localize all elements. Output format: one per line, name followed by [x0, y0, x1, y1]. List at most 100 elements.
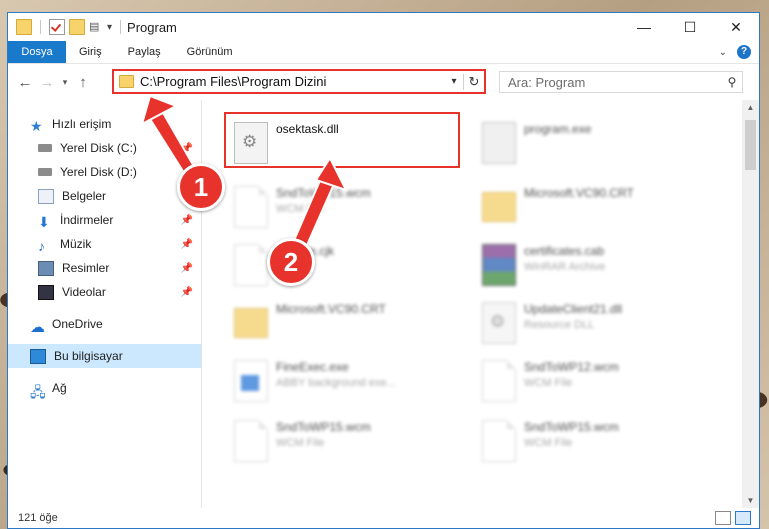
dll-file-icon: [482, 302, 516, 344]
expand-ribbon-icon[interactable]: ⌄: [719, 47, 727, 58]
up-arrow-icon[interactable]: ↑: [72, 74, 94, 91]
sidebar-item-music[interactable]: ♪ Müzik 📌: [8, 232, 201, 256]
file-icon: [234, 244, 268, 286]
sidebar-item-downloads[interactable]: ⬇ İndirmeler 📌: [8, 208, 201, 232]
scroll-down-icon[interactable]: ▼: [742, 496, 759, 505]
sidebar-item-network[interactable]: 🖧 Ağ: [8, 376, 201, 400]
file-type: WCM File: [524, 437, 573, 449]
scroll-thumb[interactable]: [745, 120, 756, 170]
file-type: Resource DLL: [524, 319, 595, 331]
sidebar-item-quick-access[interactable]: ★ Hızlı erişim: [8, 112, 201, 136]
customize-icon[interactable]: ▤: [89, 20, 103, 34]
file-item[interactable]: Microsoft.VC90.CRT: [224, 298, 454, 346]
sidebar-item-label: OneDrive: [52, 317, 103, 331]
search-box[interactable]: Ara: Program ⚲: [499, 71, 743, 93]
sidebar-item-label: Ağ: [52, 381, 67, 395]
close-button[interactable]: ✕: [713, 13, 759, 41]
file-type: WCM File: [276, 437, 325, 449]
file-type: WCM File: [524, 377, 573, 389]
sidebar-item-this-pc[interactable]: Bu bilgisayar: [8, 344, 201, 368]
help-icon[interactable]: ?: [737, 45, 751, 59]
chevron-down-icon[interactable]: ▾: [107, 22, 112, 33]
file-item[interactable]: SndToWP15.wcm WCM File: [472, 416, 702, 464]
disk-icon: [38, 144, 52, 152]
folder-icon: [16, 19, 32, 35]
computer-icon: [30, 348, 46, 364]
item-count: 121 öğe: [18, 512, 58, 524]
maximize-button[interactable]: ☐: [667, 13, 713, 41]
file-icon: [482, 360, 516, 402]
address-path[interactable]: C:\Program Files\Program Dizini: [140, 74, 445, 89]
navigation-bar: ← → ▾ ↑ C:\Program Files\Program Dizini …: [8, 63, 759, 100]
tab-file[interactable]: Dosya: [8, 41, 66, 63]
pin-icon[interactable]: 📌: [181, 287, 193, 298]
forward-arrow-icon[interactable]: →: [36, 74, 58, 91]
file-item[interactable]: certificates.cab WinRAR Archive: [472, 240, 702, 288]
vertical-scrollbar[interactable]: ▲ ▼: [742, 100, 759, 508]
file-item[interactable]: SndToWP15.wcm WCM File: [224, 416, 454, 464]
tab-view[interactable]: Görünüm: [174, 41, 246, 63]
pictures-icon: [38, 260, 54, 276]
sidebar-item-disk-d[interactable]: Yerel Disk (D:): [8, 160, 201, 184]
recent-locations-chevron-icon[interactable]: ▾: [58, 77, 72, 88]
file-highlight-box: [224, 112, 460, 168]
file-name: SndToWP12.wcm: [524, 360, 619, 374]
archive-icon: [482, 244, 516, 286]
details-view-icon[interactable]: [715, 511, 731, 525]
star-icon: ★: [30, 117, 43, 134]
file-item[interactable]: program.exe: [472, 118, 702, 166]
file-type: WCM File: [276, 203, 325, 215]
application-icon: [234, 360, 268, 402]
file-item[interactable]: Microsoft.VC90.CRT: [472, 182, 702, 230]
refresh-icon[interactable]: ↻: [463, 73, 484, 90]
pin-icon[interactable]: 📌: [181, 263, 193, 274]
pin-icon[interactable]: 📌: [181, 215, 193, 226]
file-item[interactable]: SndToWP12.wcm WCM File: [472, 356, 702, 404]
window-controls: — ☐ ✕: [621, 13, 759, 41]
file-name: certificates.cab: [524, 244, 605, 258]
chevron-down-icon[interactable]: ▾: [445, 76, 463, 87]
explorer-window: ▤ ▾ Program — ☐ ✕ Dosya Giriş Paylaş Gör…: [7, 12, 760, 529]
sidebar-item-label: Yerel Disk (D:): [60, 165, 137, 179]
file-item[interactable]: SndToWP15.wcm WCM File: [224, 182, 454, 230]
navigation-pane: ★ Hızlı erişim Yerel Disk (C:) 📌 Yerel D…: [8, 100, 202, 508]
sidebar-item-label: Resimler: [62, 261, 110, 275]
file-type: WinRAR Archive: [524, 261, 606, 273]
pin-icon[interactable]: 📌: [181, 239, 193, 250]
quick-access-toolbar: ▤ ▾: [8, 19, 125, 35]
search-input[interactable]: Ara: Program: [500, 75, 722, 90]
large-icons-view-icon[interactable]: [735, 511, 751, 525]
properties-icon[interactable]: [49, 19, 65, 35]
pin-icon[interactable]: 📌: [181, 143, 193, 154]
file-name: SndToWP15.wcm: [524, 420, 619, 434]
tab-home[interactable]: Giriş: [66, 41, 115, 63]
file-name: Microsoft.VC90.CRT: [276, 302, 386, 316]
address-bar[interactable]: C:\Program Files\Program Dizini ▾ ↻: [112, 69, 486, 94]
search-icon[interactable]: ⚲: [722, 75, 742, 89]
back-arrow-icon[interactable]: ←: [14, 74, 36, 91]
folder-icon: [234, 308, 268, 338]
sidebar-item-disk-c[interactable]: Yerel Disk (C:) 📌: [8, 136, 201, 160]
sidebar-item-label: Müzik: [60, 237, 92, 251]
file-icon: [482, 420, 516, 462]
file-name: SndToWP15.wcm: [276, 186, 371, 200]
file-icon: [234, 186, 268, 228]
sidebar-item-videos[interactable]: Videolar 📌: [8, 280, 201, 304]
sidebar-item-pictures[interactable]: Resimler 📌: [8, 256, 201, 280]
file-item[interactable]: UpdateClient21.dll Resource DLL: [472, 298, 702, 346]
status-bar: 121 öğe: [8, 508, 759, 528]
sidebar-item-documents[interactable]: Belgeler: [8, 184, 201, 208]
new-folder-icon[interactable]: [69, 19, 85, 35]
sidebar-item-onedrive[interactable]: ☁ OneDrive: [8, 312, 201, 336]
tab-share[interactable]: Paylaş: [115, 41, 174, 63]
scroll-up-icon[interactable]: ▲: [742, 103, 759, 112]
file-item[interactable]: FineExec.exe ABBY background exe...: [224, 356, 454, 404]
file-name: UpdateClient21.dll: [524, 302, 623, 316]
sidebar-item-label: Videolar: [62, 285, 106, 299]
file-item[interactable]: Extcom.cjk: [224, 240, 454, 288]
file-type: ABBY background exe...: [276, 377, 396, 389]
minimize-button[interactable]: —: [621, 13, 667, 41]
sidebar-item-label: Bu bilgisayar: [54, 349, 123, 363]
file-name: Microsoft.VC90.CRT: [524, 186, 634, 200]
documents-icon: [38, 188, 54, 204]
